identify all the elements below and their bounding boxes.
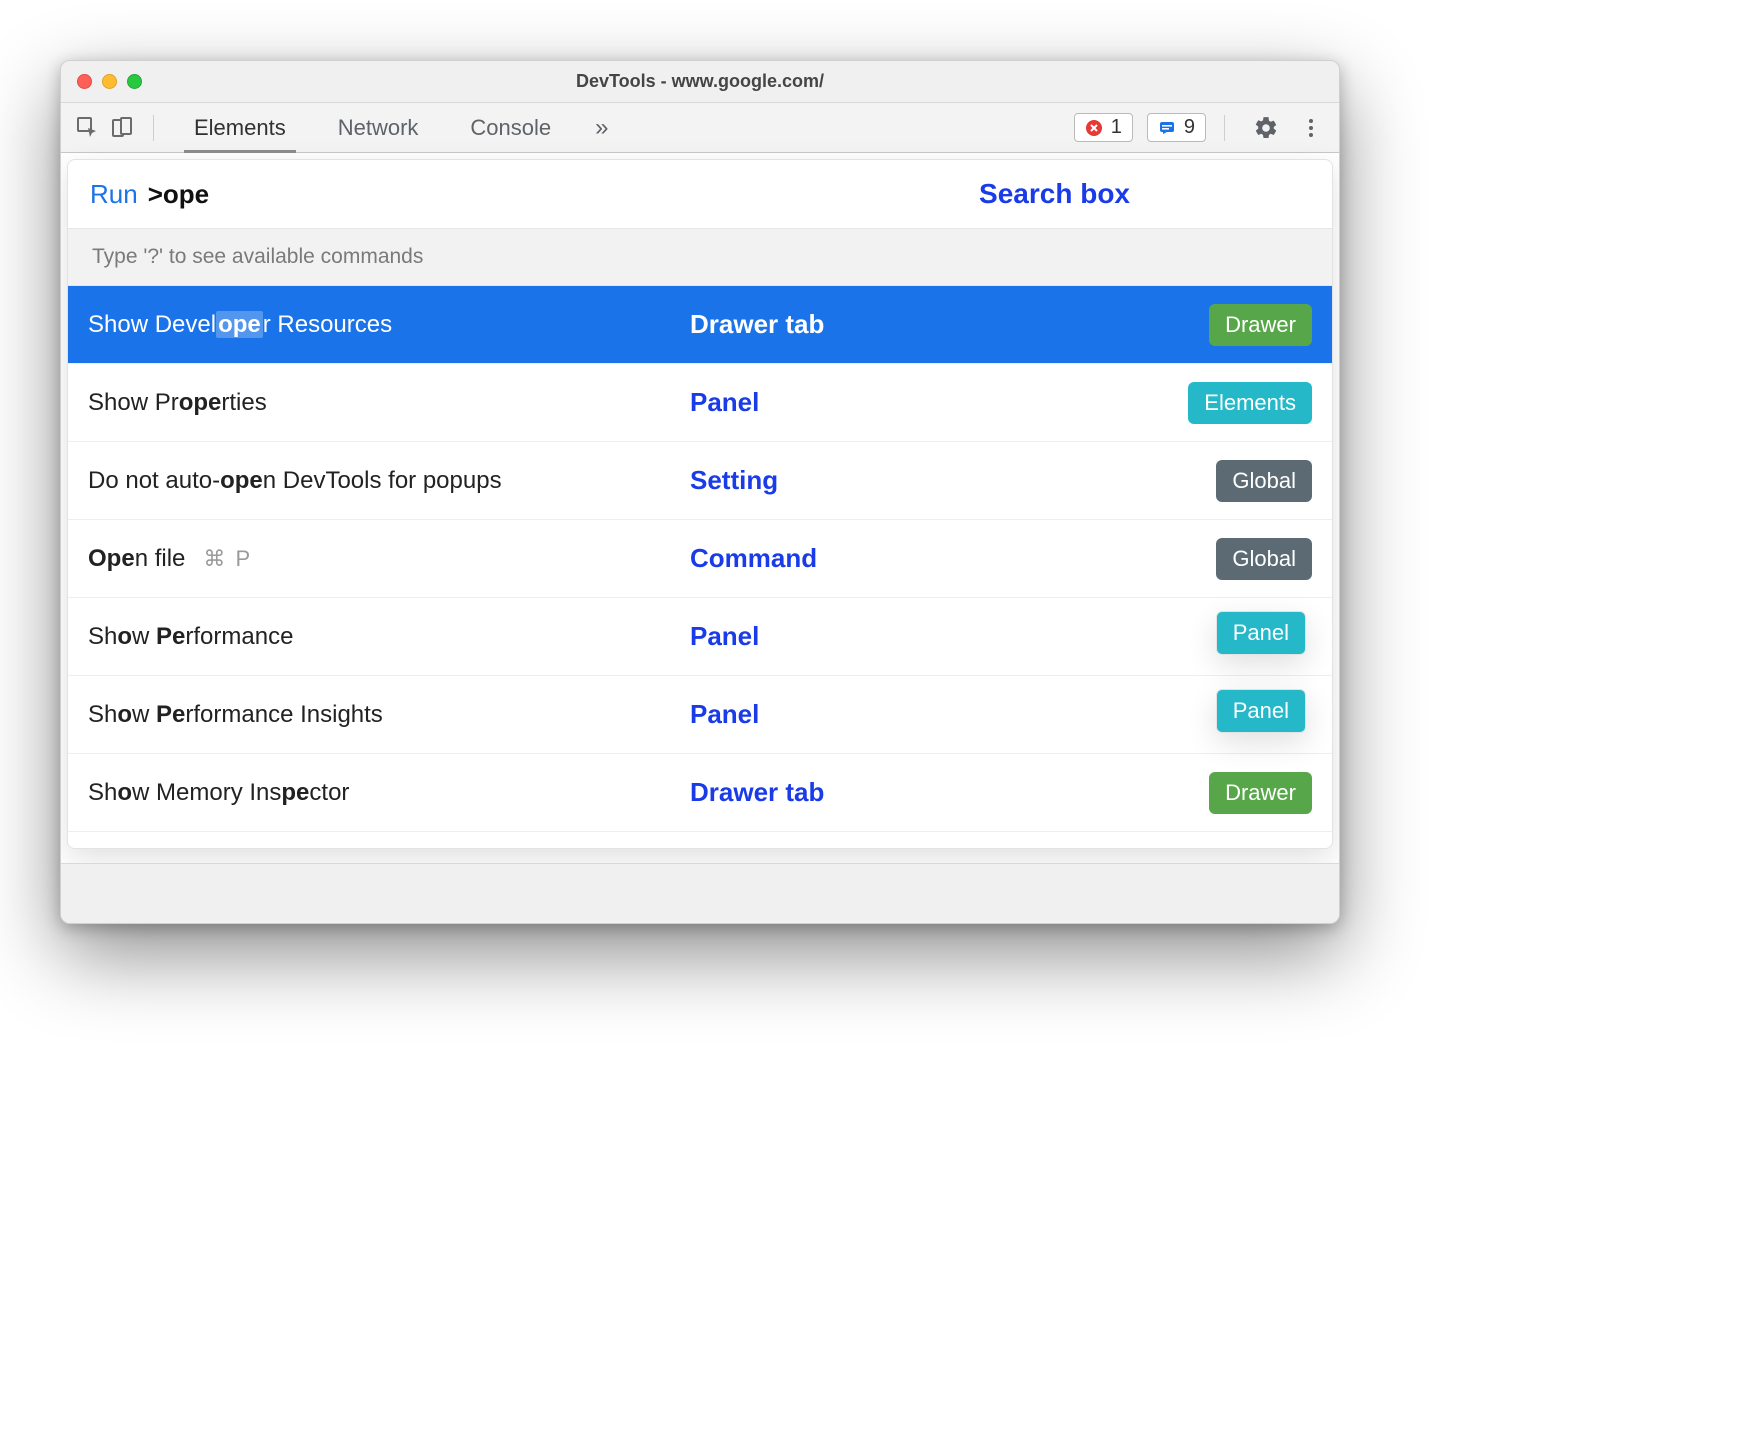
row-tag: Drawer xyxy=(1209,772,1312,814)
issues-count: 9 xyxy=(1184,116,1195,139)
command-text: Show Properties xyxy=(88,389,267,417)
row-tag: Global xyxy=(1216,460,1312,502)
run-label: Run xyxy=(90,179,138,210)
command-text: Show Performance Insights xyxy=(88,701,383,729)
row-tag: Elements xyxy=(1188,382,1312,424)
command-text: Show Performance xyxy=(88,623,293,651)
window-bottom xyxy=(61,863,1339,923)
settings-icon[interactable] xyxy=(1243,115,1289,141)
window-title: DevTools - www.google.com/ xyxy=(61,71,1339,92)
row-annotation: Drawer tab xyxy=(690,777,824,808)
keyboard-shortcut: ⌘ P xyxy=(203,546,252,572)
tab-console[interactable]: Console xyxy=(448,103,573,152)
row-tag: Panel xyxy=(1216,611,1306,655)
row-annotation: Panel xyxy=(690,387,759,418)
row-annotation: Panel xyxy=(690,699,759,730)
error-icon xyxy=(1085,119,1103,137)
tab-network[interactable]: Network xyxy=(316,103,441,152)
row-annotation: Setting xyxy=(690,465,778,496)
command-search-row: Run >ope Search box xyxy=(68,160,1332,228)
panel-bottom-fade xyxy=(68,832,1332,848)
command-row[interactable]: Show Performance Insights Panel Panel xyxy=(68,676,1332,754)
maximize-icon[interactable] xyxy=(127,74,142,89)
close-icon[interactable] xyxy=(77,74,92,89)
error-counter[interactable]: 1 xyxy=(1074,113,1133,142)
row-tag: Panel xyxy=(1216,689,1306,733)
command-row[interactable]: Show Developer Resources Drawer tab Drawer xyxy=(68,286,1332,364)
command-text: Open file⌘ P xyxy=(88,545,252,573)
command-hint: Type '?' to see available commands xyxy=(68,228,1332,286)
command-row[interactable]: Show Properties Panel Elements xyxy=(68,364,1332,442)
toolbar-divider xyxy=(153,115,154,141)
titlebar: DevTools - www.google.com/ xyxy=(61,61,1339,103)
issues-counter[interactable]: 9 xyxy=(1147,113,1206,142)
message-icon xyxy=(1158,119,1176,137)
tab-elements[interactable]: Elements xyxy=(172,103,308,152)
more-tabs-icon[interactable]: » xyxy=(581,114,622,142)
error-count: 1 xyxy=(1111,116,1122,139)
device-toggle-icon[interactable] xyxy=(109,115,135,141)
search-box-annotation: Search box xyxy=(979,178,1130,210)
command-row[interactable]: Open file⌘ P Command Global xyxy=(68,520,1332,598)
command-row[interactable]: Show Performance Panel Panel xyxy=(68,598,1332,676)
row-annotation: Command xyxy=(690,543,817,574)
row-annotation: Drawer tab xyxy=(690,309,824,340)
command-list: Show Developer Resources Drawer tab Drawer… xyxy=(68,286,1332,832)
row-tag: Global xyxy=(1216,538,1312,580)
command-text: Show Developer Resources xyxy=(88,311,392,339)
command-row[interactable]: Do not auto-open DevTools for popups Sett… xyxy=(68,442,1332,520)
row-tag: Drawer xyxy=(1209,304,1312,346)
selection-accent xyxy=(68,286,72,363)
command-text: Do not auto-open DevTools for popups xyxy=(88,467,502,495)
command-text: Show Memory Inspector xyxy=(88,779,349,807)
toolbar-divider xyxy=(1224,115,1225,141)
minimize-icon[interactable] xyxy=(102,74,117,89)
devtools-window: DevTools - www.google.com/ Elements Netw… xyxy=(60,60,1340,924)
inspect-icon[interactable] xyxy=(75,115,101,141)
command-search-input[interactable]: >ope xyxy=(148,179,209,210)
row-annotation: Panel xyxy=(690,621,759,652)
command-row[interactable]: Show Memory Inspector Drawer tab Drawer xyxy=(68,754,1332,832)
devtools-toolbar: Elements Network Console » 1 9 xyxy=(61,103,1339,153)
window-controls xyxy=(77,74,142,89)
command-menu: Run >ope Search box Type '?' to see avai… xyxy=(67,159,1333,849)
kebab-menu-icon[interactable] xyxy=(1297,116,1325,140)
